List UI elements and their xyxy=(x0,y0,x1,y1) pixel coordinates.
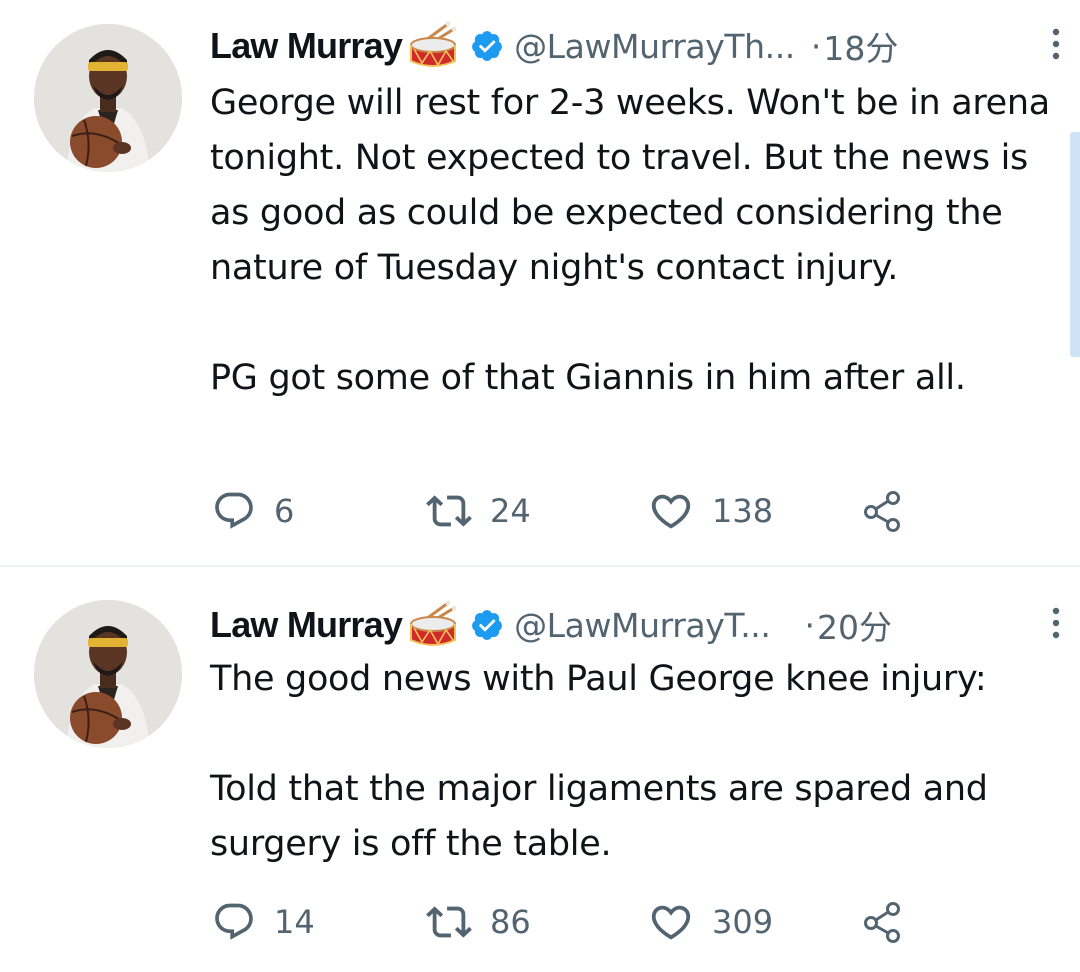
display-name[interactable]: Law Murray xyxy=(210,604,403,646)
more-vertical-icon[interactable] xyxy=(1046,603,1066,643)
tweet-paragraph: Told that the major ligaments are spared… xyxy=(210,769,988,864)
retweet-icon xyxy=(426,906,472,938)
tweet-actions: 14 86 309 xyxy=(212,897,932,947)
handle[interactable]: @LawMurrayTh... xyxy=(514,27,795,66)
drum-emoji-icon xyxy=(408,21,458,71)
retweet-count: 24 xyxy=(490,492,531,530)
avatar[interactable] xyxy=(34,600,182,748)
tweet-feed: Law Murray @LawMurrayTh... · 18分 George … xyxy=(0,0,1080,972)
tweet-paragraph: PG got some of that Giannis in him after… xyxy=(210,358,966,398)
timestamp[interactable]: 20分 xyxy=(817,601,892,649)
retweet-button[interactable]: 24 xyxy=(426,486,531,536)
tweet[interactable]: Law Murray @LawMurra xyxy=(0,0,1080,567)
verified-badge-icon xyxy=(470,608,504,642)
like-count: 138 xyxy=(712,492,774,530)
like-count: 309 xyxy=(712,903,774,941)
tweet-text: George will rest for 2-3 weeks. Won't be… xyxy=(210,76,1060,406)
retweet-icon xyxy=(426,495,472,527)
tweet-actions: 6 24 138 xyxy=(212,486,932,536)
separator-dot: · xyxy=(810,26,822,66)
reply-count: 6 xyxy=(274,492,295,530)
reply-button[interactable]: 6 xyxy=(212,486,294,536)
display-name[interactable]: Law Murray xyxy=(210,25,403,67)
more-vertical-icon[interactable] xyxy=(1046,24,1066,64)
scrollbar[interactable] xyxy=(1070,132,1080,357)
heart-icon xyxy=(651,905,691,940)
reply-count: 14 xyxy=(274,903,315,941)
share-icon xyxy=(864,902,900,943)
tweet-paragraph: The good news with Paul George knee inju… xyxy=(210,659,987,699)
retweet-count: 86 xyxy=(490,903,531,941)
heart-icon xyxy=(651,494,691,529)
separator-dot: · xyxy=(804,605,815,645)
tweet[interactable]: Law Murray @LawMurra xyxy=(0,567,1080,972)
share-icon xyxy=(864,491,900,532)
share-button[interactable] xyxy=(860,486,906,536)
reply-icon xyxy=(215,903,253,940)
timestamp[interactable]: 18分 xyxy=(823,22,898,70)
like-button[interactable]: 309 xyxy=(648,897,773,947)
retweet-button[interactable]: 86 xyxy=(426,897,531,947)
tweet-text: The good news with Paul George knee inju… xyxy=(210,652,1060,872)
tweet-paragraph: George will rest for 2-3 weeks. Won't be… xyxy=(210,83,1050,288)
like-button[interactable]: 138 xyxy=(648,486,773,536)
share-button[interactable] xyxy=(860,897,906,947)
handle[interactable]: @LawMurrayT... xyxy=(514,606,771,645)
reply-button[interactable]: 14 xyxy=(212,897,315,947)
tweet-header: Law Murray @LawMurra xyxy=(210,599,1060,651)
drum-emoji-icon xyxy=(408,600,458,650)
tweet-header: Law Murray @LawMurra xyxy=(210,20,1060,72)
avatar[interactable] xyxy=(34,24,182,172)
verified-badge-icon xyxy=(470,29,504,63)
reply-icon xyxy=(215,492,253,529)
